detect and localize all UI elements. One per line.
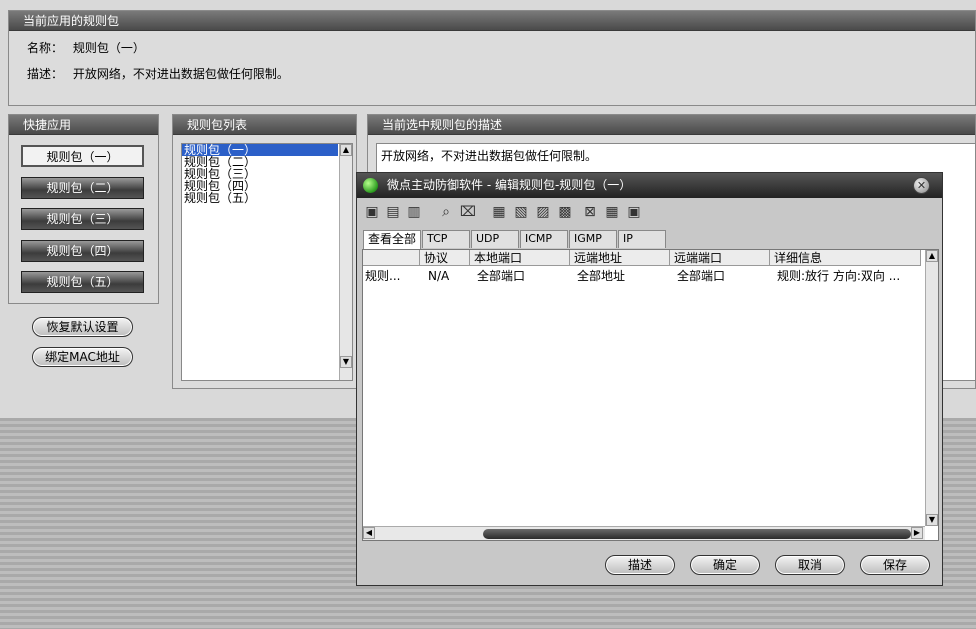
current-package-panel: 当前应用的规则包 名称： 规则包（一） 描述： 开放网络，不对进出数据包做任何限… [8,10,976,106]
selected-desc-title: 当前选中规则包的描述 [368,115,975,135]
protocol-tabs: 查看全部 TCP UDP ICMP IGMP IP [363,230,937,249]
scroll-down-arrow-icon[interactable]: ▼ [340,356,352,368]
quick-apply-button-2[interactable]: 规则包（二） [21,177,144,199]
package-list-item[interactable]: 规则包（五） [182,192,352,204]
column-header-remote-address[interactable]: 远端地址 [570,250,670,266]
column-header-details[interactable]: 详细信息 [770,250,921,266]
current-package-title: 当前应用的规则包 [9,11,975,31]
package-list-panel: 规则包列表 规则包（一） 规则包（二） 规则包（三） 规则包（四） 规则包（五）… [172,114,357,389]
dialog-toolbar: ▣ ▤ ▥ ⌕ ⌧ ▦ ▧ ▨ ▩ ⊠ ▦ ▣ [357,199,942,225]
column-header-local-port[interactable]: 本地端口 [470,250,570,266]
search-remove-icon[interactable]: ⌧ [459,203,477,221]
package-desc-row: 描述： 开放网络，不对进出数据包做任何限制。 [27,65,289,82]
scroll-left-arrow-icon[interactable]: ◀ [363,527,375,539]
package-name-value: 规则包（一） [72,41,145,55]
quick-apply-panel: 快捷应用 规则包（一） 规则包（二） 规则包（三） 规则包（四） 规则包（五） [8,114,159,304]
scroll-up-arrow-icon[interactable]: ▲ [340,144,352,156]
package-desc-label: 描述： [27,67,64,81]
describe-button[interactable]: 描述 [605,555,675,575]
dialog-title: 微点主动防御软件 - 编辑规则包-规则包（一） [387,178,632,192]
tab-ip[interactable]: IP [618,230,666,248]
scroll-up-arrow-icon[interactable]: ▲ [926,250,938,262]
package-listbox[interactable]: 规则包（一） 规则包（二） 规则包（三） 规则包（四） 规则包（五） ▲ ▼ [181,143,353,381]
package-name-label: 名称： [27,41,64,55]
rules-table-vscroll[interactable]: ▲ ▼ [925,250,938,526]
bind-mac-button[interactable]: 绑定MAC地址 [32,347,133,367]
tab-udp[interactable]: UDP [471,230,519,248]
cell-details: 规则:放行 方向:双向 ... [777,269,901,283]
import-icon[interactable]: ▦ [490,203,508,221]
package-desc-value: 开放网络，不对进出数据包做任何限制。 [72,67,289,81]
edit-rule-icon[interactable]: ▤ [384,203,402,221]
tab-tcp[interactable]: TCP [422,230,470,248]
cell-local-port: 全部端口 [477,269,526,283]
dialog-titlebar: 微点主动防御软件 - 编辑规则包-规则包（一） ✕ [357,173,942,198]
selected-desc-text: 开放网络，不对进出数据包做任何限制。 [381,149,598,163]
move-down-icon[interactable]: ▩ [556,203,574,221]
ok-button[interactable]: 确定 [690,555,760,575]
delete-rule-icon[interactable]: ▥ [405,203,423,221]
package-name-row: 名称： 规则包（一） [27,39,145,56]
column-header-remote-port[interactable]: 远端端口 [670,250,770,266]
close-icon[interactable]: ✕ [913,177,930,194]
export-icon[interactable]: ▧ [512,203,530,221]
edit-rule-package-dialog: 微点主动防御软件 - 编辑规则包-规则包（一） ✕ ▣ ▤ ▥ ⌕ ⌧ ▦ ▧ … [356,172,943,586]
package-list-scrollbar[interactable]: ▲ ▼ [339,144,352,380]
quick-apply-button-3[interactable]: 规则包（三） [21,208,144,230]
rules-table-hscroll[interactable]: ◀ ▶ [363,526,925,540]
move-up-icon[interactable]: ▨ [534,203,552,221]
cell-remote-address: 全部地址 [577,269,626,283]
cancel-button[interactable]: 取消 [775,555,845,575]
settings-icon[interactable]: ▣ [625,203,643,221]
cell-remote-port: 全部端口 [677,269,726,283]
paste-icon[interactable]: ▦ [603,203,621,221]
tab-icmp[interactable]: ICMP [520,230,568,248]
scroll-down-arrow-icon[interactable]: ▼ [926,514,938,526]
column-header-rule[interactable] [363,250,420,266]
column-header-protocol[interactable]: 协议 [420,250,470,266]
add-rule-icon[interactable]: ▣ [363,203,381,221]
quick-apply-title: 快捷应用 [9,115,158,135]
search-icon[interactable]: ⌕ [437,203,455,221]
save-button[interactable]: 保存 [860,555,930,575]
rules-table: 协议 本地端口 远端地址 远端端口 详细信息 规则... N/A 全部端口 全部… [362,249,939,541]
tab-view-all[interactable]: 查看全部 [363,230,421,249]
copy-icon[interactable]: ⊠ [581,203,599,221]
restore-default-button[interactable]: 恢复默认设置 [32,317,133,337]
quick-apply-button-5[interactable]: 规则包（五） [21,271,144,293]
app-status-icon [363,178,378,193]
package-list-title: 规则包列表 [173,115,356,135]
quick-apply-button-1[interactable]: 规则包（一） [21,145,144,167]
rules-table-header: 协议 本地端口 远端地址 远端端口 详细信息 [363,250,921,266]
hscroll-thumb[interactable] [483,529,911,539]
cell-protocol: N/A [428,269,450,283]
scroll-right-arrow-icon[interactable]: ▶ [911,527,923,539]
cell-rule: 规则... [365,269,401,283]
tab-igmp[interactable]: IGMP [569,230,617,248]
quick-apply-button-4[interactable]: 规则包（四） [21,240,144,262]
